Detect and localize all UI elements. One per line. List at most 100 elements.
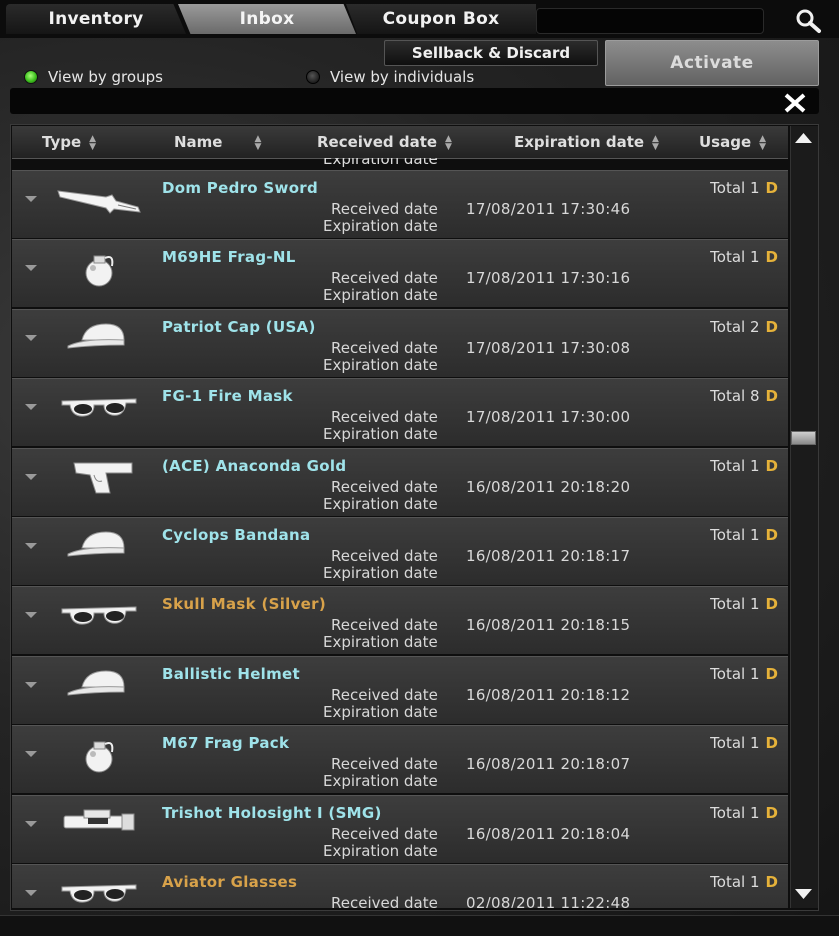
item-name: Aviator Glasses: [162, 873, 298, 891]
received-date-value: 16/08/2011 20:18:12: [466, 685, 631, 704]
list-item[interactable]: Cyclops Bandana Received date 16/08/2011 2…: [12, 517, 788, 585]
expand-arrow-icon[interactable]: [24, 680, 38, 690]
column-type[interactable]: Type ▲ ▼: [42, 126, 96, 158]
expiration-date-label: Expiration date: [323, 286, 438, 305]
usage-d-badge: D: [765, 803, 778, 822]
total-label: Total: [710, 595, 746, 614]
tab-coupon-box[interactable]: Coupon Box: [346, 4, 536, 34]
scroll-down-arrow-icon[interactable]: [792, 884, 815, 904]
list-item[interactable]: M69HE Frag-NL Received date 17/08/2011 17:…: [12, 239, 788, 308]
search-icon[interactable]: [790, 6, 826, 34]
expand-arrow-icon[interactable]: [24, 402, 38, 412]
item-name: FG-1 Fire Mask: [162, 387, 293, 406]
view-by-groups-label: View by groups: [48, 68, 163, 86]
usage-d-badge: D: [765, 317, 778, 336]
received-date-value: 17/08/2011 17:30:00: [466, 408, 631, 427]
view-by-groups-radio[interactable]: View by groups: [24, 67, 163, 87]
expiration-date-label: Expiration date: [323, 355, 438, 374]
tab-bar: Inventory Inbox Coupon Box: [0, 0, 839, 38]
list-item[interactable]: Aviator Glasses Received date 02/08/2011 1…: [12, 864, 788, 908]
total-count: 1: [750, 179, 760, 197]
item-name: Dom Pedro Sword: [162, 179, 319, 197]
list-item[interactable]: Dom Pedro Sword Received date 17/08/2011 1…: [12, 170, 788, 238]
search-input[interactable]: [537, 9, 763, 33]
sellback-discard-button[interactable]: Sellback & Discard: [384, 40, 598, 66]
expiration-date-label: Expiration date: [323, 702, 438, 721]
pistol-icon: [54, 457, 144, 497]
tab-inbox[interactable]: Inbox: [178, 4, 356, 34]
tab-inventory[interactable]: Inventory: [6, 4, 186, 34]
item-name: Ballistic Helmet: [162, 664, 300, 683]
expand-arrow-icon[interactable]: [24, 888, 38, 898]
grenade-icon: [54, 248, 144, 288]
sort-icon: ▲ ▼: [254, 133, 262, 152]
scrollbar[interactable]: [790, 126, 818, 908]
column-usage[interactable]: Usage ▲ ▼: [699, 126, 766, 158]
expiration-date-label: Expiration date: [323, 158, 438, 168]
received-date-value: 16/08/2011 20:18:04: [466, 824, 631, 843]
column-usage-label: Usage: [699, 133, 752, 151]
total-label: Total: [710, 456, 746, 475]
received-date-label: Received date: [331, 269, 438, 288]
expand-arrow-icon[interactable]: [24, 472, 38, 482]
item-name: M67 Frag Pack: [162, 734, 290, 753]
close-icon[interactable]: [781, 90, 809, 116]
list-item[interactable]: Ballistic Helmet Received date 16/08/2011 …: [12, 655, 788, 724]
expand-arrow-icon[interactable]: [24, 541, 38, 551]
item-name: Trishot Holosight I (SMG): [162, 803, 382, 822]
list-item[interactable]: (ACE) Anaconda Gold Received date 16/08/20…: [12, 447, 788, 516]
total-count: 8: [750, 387, 760, 406]
usage-d-badge: D: [765, 734, 778, 753]
expand-arrow-icon[interactable]: [24, 194, 38, 204]
sort-icon: ▲ ▼: [759, 133, 767, 152]
received-date-label: Received date: [331, 755, 438, 774]
total-count: 1: [750, 664, 760, 683]
usage-total: Total 2D: [710, 318, 778, 336]
list-item[interactable]: Skull Mask (Silver) Received date 16/08/20…: [12, 586, 788, 655]
view-by-individuals-label: View by individuals: [330, 68, 475, 86]
total-label: Total: [710, 179, 746, 197]
usage-total: Total 1D: [710, 595, 778, 613]
usage-total: Total 1D: [710, 526, 778, 544]
info-bar: [10, 88, 819, 114]
sort-icon: ▲ ▼: [89, 133, 97, 152]
list-header: Type ▲ ▼ Name ▲ ▼ Received date ▲ ▼ Expiration…: [12, 126, 788, 159]
radio-selected-icon: [24, 70, 38, 84]
received-date-label: Received date: [331, 616, 438, 635]
column-name[interactable]: Name ▲ ▼: [174, 126, 261, 158]
scroll-up-arrow-icon[interactable]: [792, 128, 815, 148]
total-label: Total: [710, 734, 746, 753]
view-by-individuals-radio[interactable]: View by individuals: [306, 67, 474, 87]
list-item[interactable]: M67 Frag Pack Received date 16/08/2011 20:…: [12, 725, 788, 794]
expiration-date-label: Expiration date: [323, 772, 438, 791]
list-item[interactable]: Patriot Cap (USA) Received date 17/08/2011…: [12, 308, 788, 377]
received-date-label: Received date: [331, 894, 438, 908]
usage-total: Total 1D: [710, 179, 778, 197]
received-date-value: 16/08/2011 20:18:07: [466, 755, 631, 774]
expand-arrow-icon[interactable]: [24, 610, 38, 620]
column-received-date[interactable]: Received date ▲ ▼: [317, 126, 452, 158]
usage-d-badge: D: [765, 179, 778, 197]
column-expiration-date[interactable]: Expiration date ▲ ▼: [514, 126, 659, 158]
search-box: [536, 8, 764, 34]
scrollbar-thumb[interactable]: [791, 431, 816, 445]
total-label: Total: [710, 248, 746, 267]
usage-total: Total 1D: [710, 248, 778, 266]
usage-d-badge: D: [765, 248, 778, 267]
expand-arrow-icon[interactable]: [24, 263, 38, 273]
list-item[interactable]: Trishot Holosight I (SMG) Received date 16…: [12, 794, 788, 863]
received-date-value: 17/08/2011 17:30:46: [466, 200, 631, 218]
usage-total: Total 1D: [710, 734, 778, 752]
expand-arrow-icon[interactable]: [24, 819, 38, 829]
expand-arrow-icon[interactable]: [24, 749, 38, 759]
activate-button[interactable]: Activate: [605, 40, 819, 86]
received-date-value: 17/08/2011 17:30:16: [466, 269, 631, 288]
partial-row: Expiration date: [12, 158, 788, 170]
expand-arrow-icon[interactable]: [24, 333, 38, 343]
received-date-value: 16/08/2011 20:18:15: [466, 616, 631, 635]
scope-icon: [54, 804, 144, 844]
list-item[interactable]: FG-1 Fire Mask Received date 17/08/2011 17…: [12, 378, 788, 447]
usage-d-badge: D: [765, 526, 778, 544]
received-date-label: Received date: [331, 200, 438, 218]
expiration-date-label: Expiration date: [323, 633, 438, 652]
